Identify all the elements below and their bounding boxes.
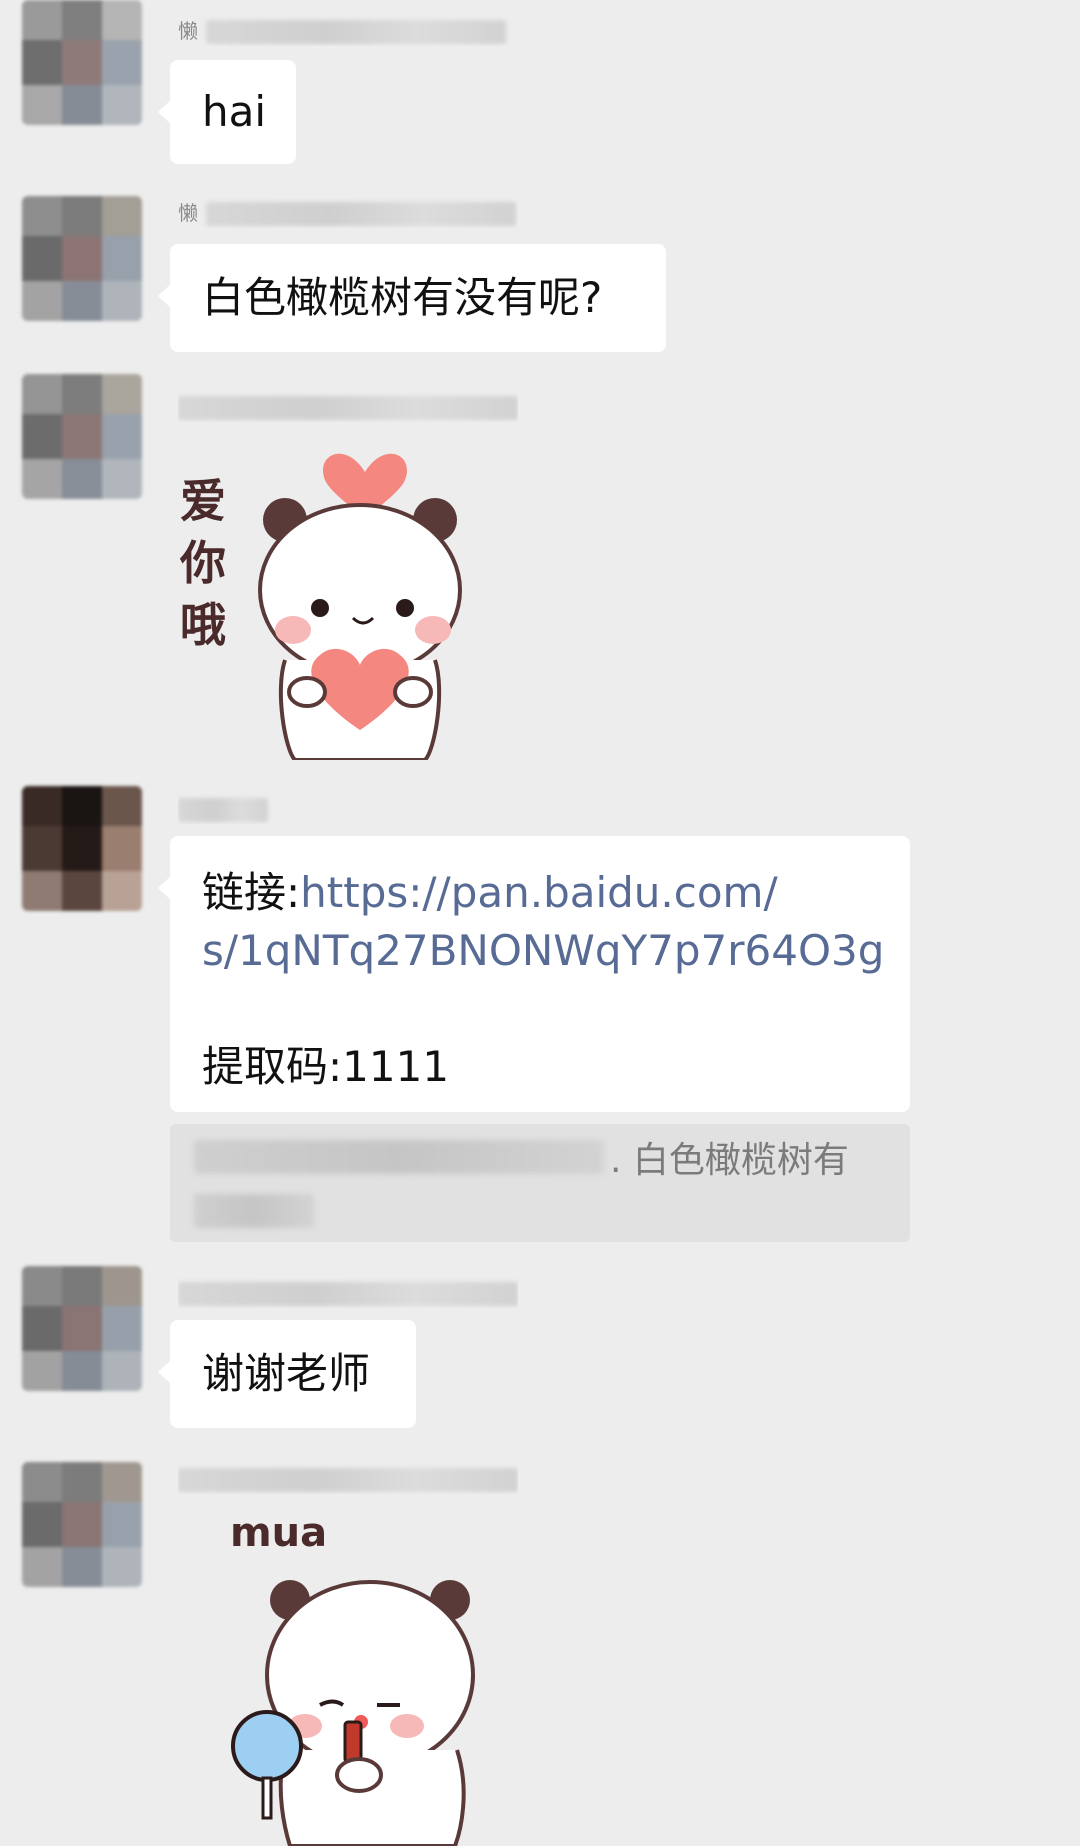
quoted-message[interactable]: . 白色橄榄树有: [170, 1124, 910, 1242]
sender-name: [178, 1464, 518, 1494]
avatar[interactable]: [22, 0, 142, 125]
panda-heart-sticker[interactable]: 爱你哦: [175, 430, 475, 760]
sender-name-text: 懒: [178, 201, 198, 225]
extraction-code: 提取码:1111: [202, 1042, 450, 1091]
message-bubble[interactable]: 链接:https://pan.baidu.com/ s/1qNTq27BNONW…: [158, 836, 910, 1112]
panda-lipstick-sticker[interactable]: mua: [225, 1510, 495, 1846]
message-text: 谢谢老师: [202, 1349, 371, 1398]
message-bubble[interactable]: 白色橄榄树有没有呢?: [158, 244, 666, 352]
avatar[interactable]: [22, 1462, 142, 1587]
avatar[interactable]: [22, 196, 142, 321]
sender-name-text: 懒: [178, 19, 198, 43]
message-text: 白色橄榄树有没有呢?: [202, 273, 603, 322]
message-text: hai: [202, 87, 267, 136]
message-bubble[interactable]: hai: [158, 60, 296, 164]
avatar[interactable]: [22, 786, 142, 911]
share-link[interactable]: https://pan.baidu.com/: [300, 868, 777, 917]
share-link-continued[interactable]: s/1qNTq27BNONWqY7p7r64O3g: [202, 926, 884, 975]
sender-name: 懒: [178, 198, 518, 228]
quoted-text: . 白色橄榄树有: [610, 1140, 849, 1181]
sender-name: [178, 794, 518, 824]
message-bubble[interactable]: 谢谢老师: [158, 1320, 416, 1428]
avatar[interactable]: [22, 374, 142, 499]
link-prefix: 链接:: [202, 868, 301, 917]
avatar[interactable]: [22, 1266, 142, 1391]
sender-name: 懒: [178, 16, 518, 46]
sender-name: [178, 1278, 518, 1308]
sender-name: [178, 392, 518, 422]
